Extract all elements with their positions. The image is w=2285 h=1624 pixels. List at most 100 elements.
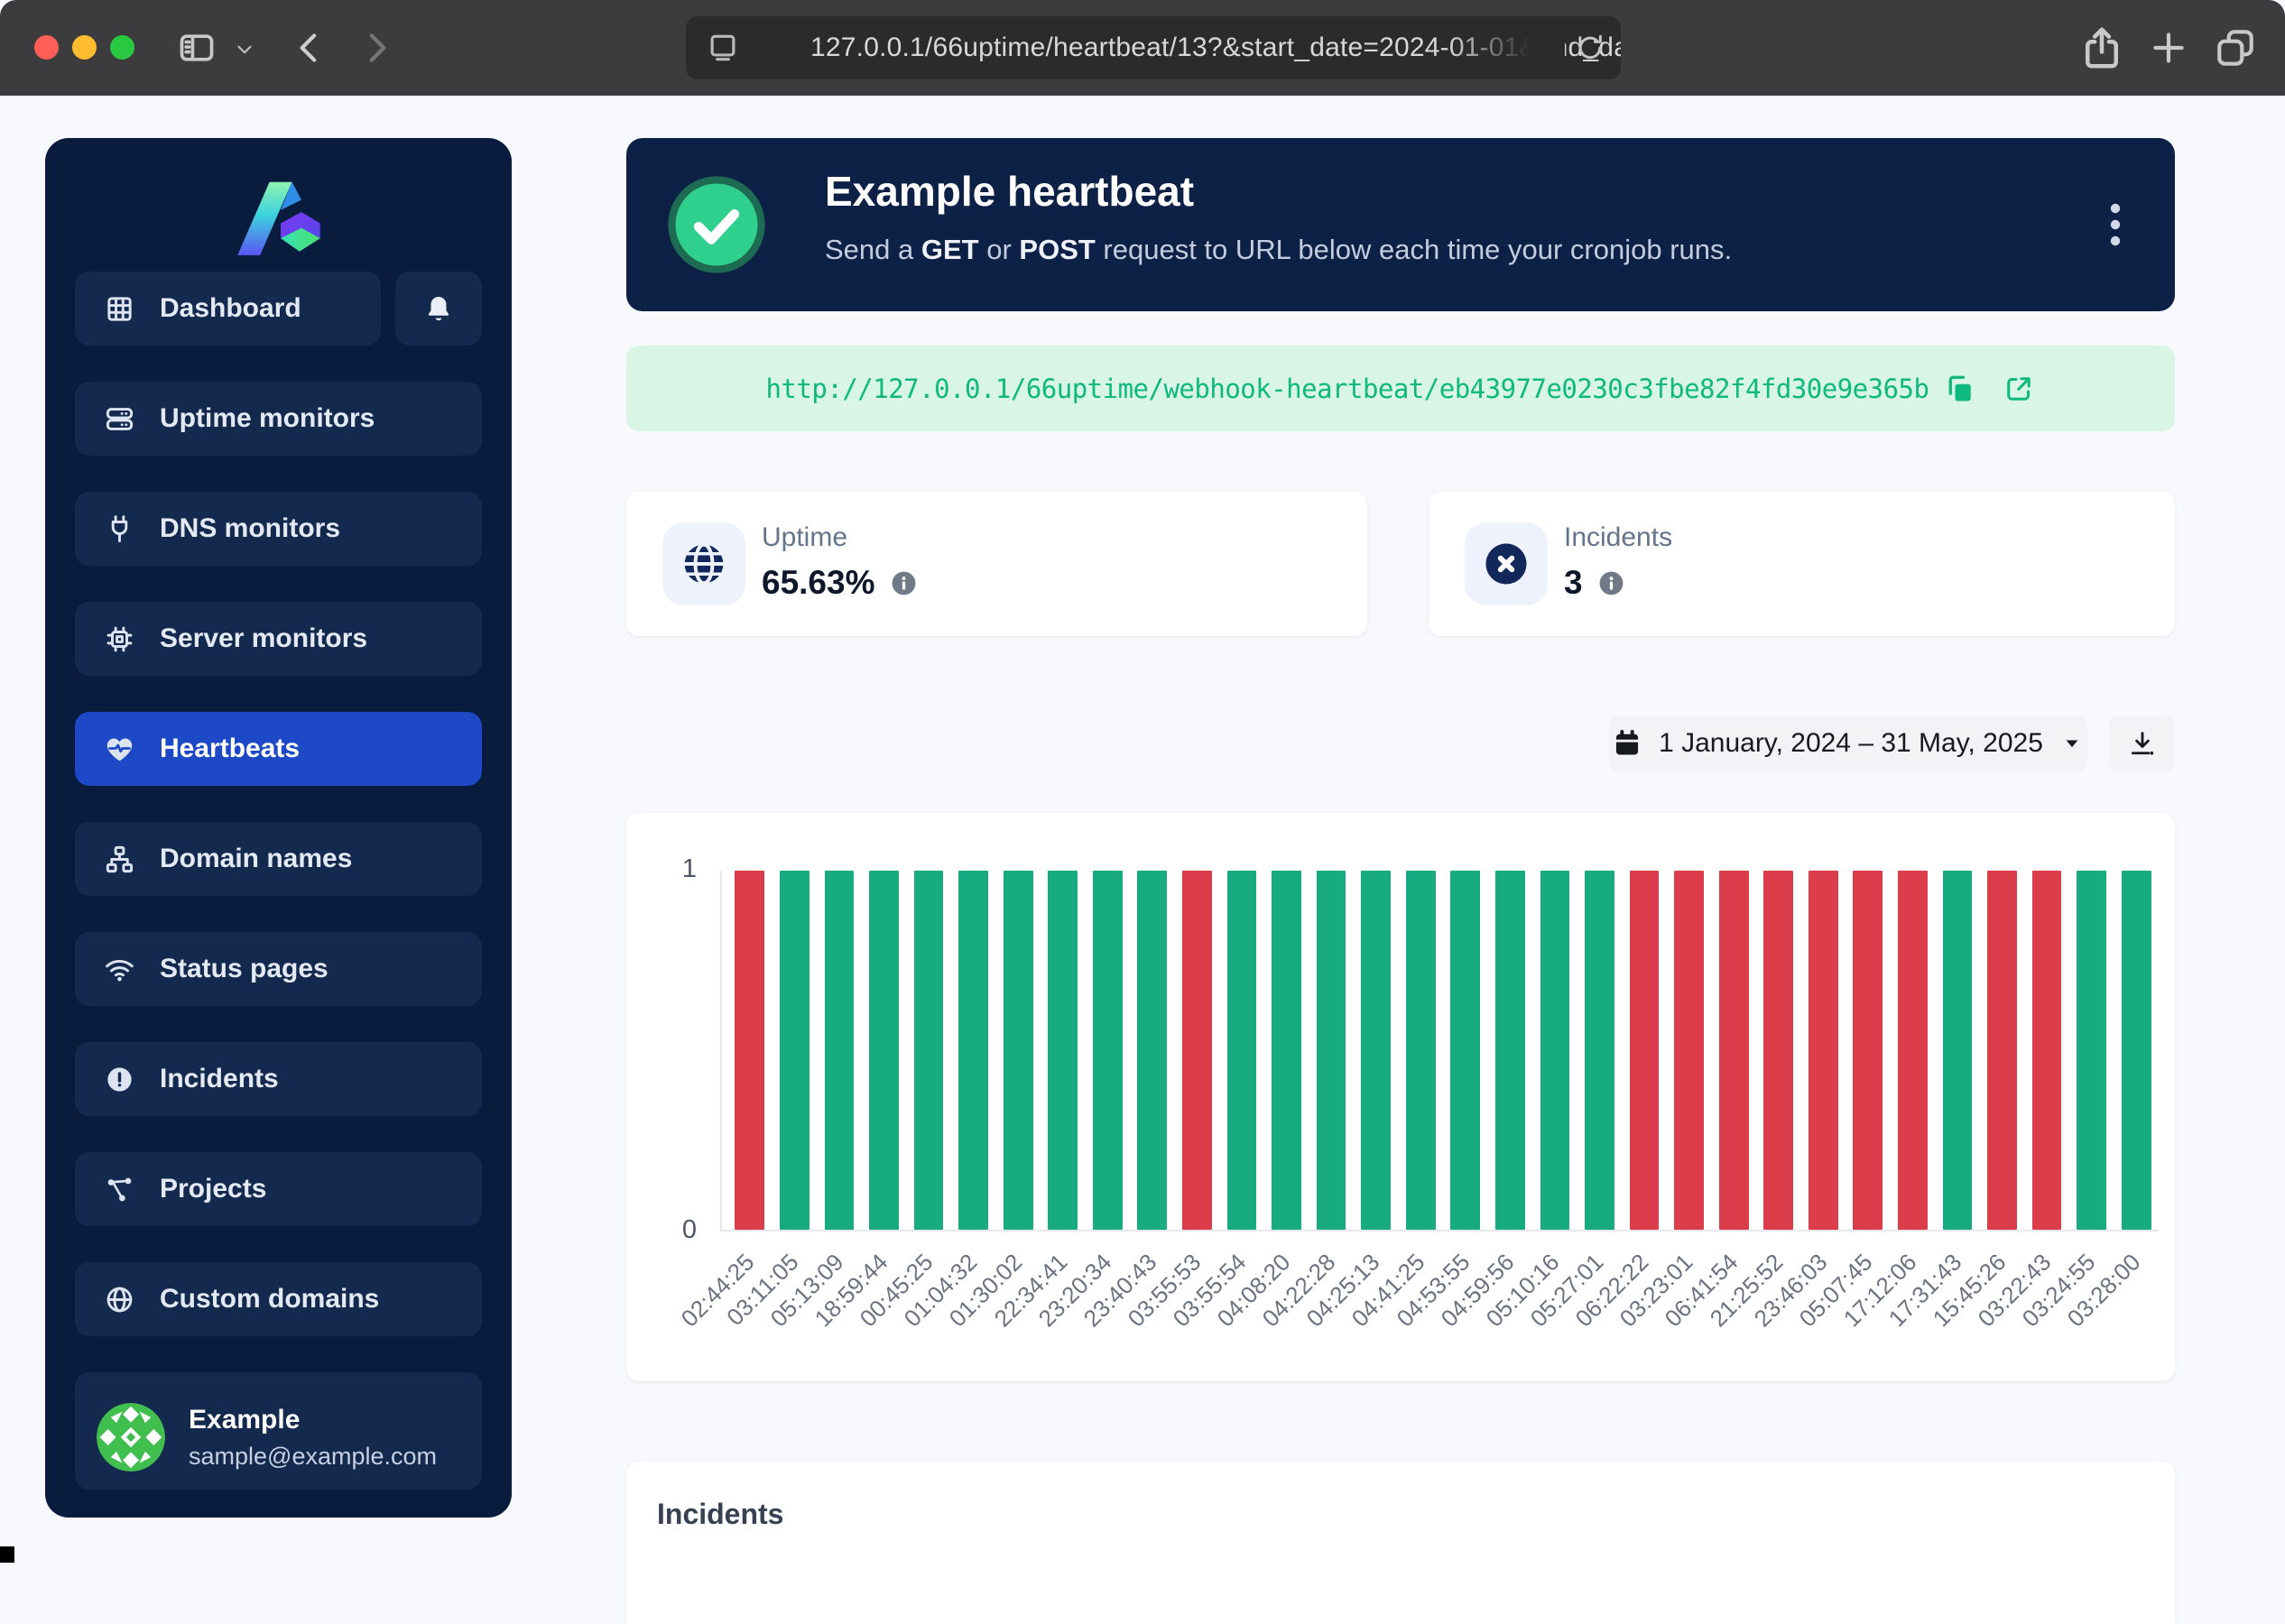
- heartbeat-bar: [1585, 871, 1614, 1230]
- sidebar-row: Dashboard: [75, 272, 482, 346]
- sidebar-toggle-icon[interactable]: [177, 28, 217, 68]
- notifications-button[interactable]: [395, 272, 482, 346]
- bar-slot: 04:22:28: [1309, 871, 1354, 1230]
- 66uptime-logo: [221, 165, 337, 259]
- bar-slot: 05:27:01: [1577, 871, 1623, 1230]
- sidebar-item-label: Uptime monitors: [160, 403, 375, 434]
- bar-slot: 18:59:44: [862, 871, 907, 1230]
- sidebar-item-heartbeats[interactable]: Heartbeats: [75, 712, 482, 786]
- user-name: Example: [189, 1405, 437, 1435]
- sidebar-item-domain-names[interactable]: Domain names: [75, 822, 482, 896]
- heartbeat-bar: [1540, 871, 1570, 1230]
- heartbeat-chart: 1 0 02:44:2503:11:0505:13:0918:59:4400:4…: [626, 813, 2175, 1381]
- heart-pulse-icon: [104, 734, 135, 765]
- sidebar-item-server-monitors[interactable]: Server monitors: [75, 602, 482, 676]
- heartbeat-bar: [2122, 871, 2151, 1230]
- browser-chrome: 127.0.0.1/66uptime/heartbeat/13?&start_d…: [0, 0, 2285, 96]
- heartbeat-bar: [1630, 871, 1660, 1230]
- sidebar-row: Projects: [75, 1152, 482, 1226]
- bar-slot: 04:41:25: [1398, 871, 1443, 1230]
- y-tick-1: 1: [652, 854, 697, 884]
- bar-slot: 15:45:26: [1980, 871, 2025, 1230]
- heartbeat-bar: [1361, 871, 1391, 1230]
- heartbeat-bar: [735, 871, 764, 1230]
- page-icon: [706, 31, 740, 65]
- heartbeat-bar: [1450, 871, 1480, 1230]
- webhook-url-banner: http://127.0.0.1/66uptime/webhook-heartb…: [626, 346, 2175, 431]
- close-window-button[interactable]: [34, 35, 59, 60]
- tab-overview-icon[interactable]: [2213, 25, 2258, 70]
- heartbeat-bar: [1004, 871, 1033, 1230]
- copy-icon[interactable]: [1943, 373, 1975, 405]
- sidebar-item-label: Custom domains: [160, 1284, 379, 1315]
- new-tab-icon[interactable]: [2146, 25, 2191, 70]
- sidebar-item-dns-monitors[interactable]: DNS monitors: [75, 492, 482, 566]
- stat-label: Incidents: [1564, 522, 1672, 553]
- globe-icon: [104, 1284, 135, 1315]
- globe-icon: [680, 540, 728, 588]
- chart-plot-area: 02:44:2503:11:0505:13:0918:59:4400:45:25…: [720, 871, 2159, 1232]
- sidebar-item-incidents[interactable]: Incidents: [75, 1042, 482, 1116]
- stat-icon-tile: [1465, 522, 1548, 605]
- sidebar-row: Uptime monitors: [75, 382, 482, 456]
- heartbeat-bar: [914, 871, 944, 1230]
- sidebar-item-projects[interactable]: Projects: [75, 1152, 482, 1226]
- sidebar-item-dashboard[interactable]: Dashboard: [75, 272, 381, 346]
- incidents-section-title: Incidents: [657, 1498, 783, 1531]
- info-icon[interactable]: [890, 569, 918, 597]
- bar-slot: 03:22:43: [2024, 871, 2069, 1230]
- date-range-picker[interactable]: 1 January, 2024 – 31 May, 2025: [1609, 715, 2087, 771]
- download-icon: [2127, 728, 2158, 759]
- webhook-url[interactable]: http://127.0.0.1/66uptime/webhook-heartb…: [766, 374, 1929, 404]
- bar-slot: 06:41:54: [1711, 871, 1756, 1230]
- heartbeat-bar: [1853, 871, 1883, 1230]
- wifi-icon: [104, 954, 135, 985]
- bar-slot: 01:30:02: [995, 871, 1041, 1230]
- sidebar-row: Incidents: [75, 1042, 482, 1116]
- cpu-icon: [104, 623, 135, 655]
- zoom-window-button[interactable]: [110, 35, 134, 60]
- heartbeat-bar: [1898, 871, 1928, 1230]
- sidebar-item-label: Server monitors: [160, 623, 367, 654]
- heartbeat-bar: [1227, 871, 1257, 1230]
- stat-icon-tile: [662, 522, 745, 605]
- sidebar-item-uptime-monitors[interactable]: Uptime monitors: [75, 382, 482, 456]
- share-icon[interactable]: [2077, 23, 2126, 72]
- bar-slot: 23:40:43: [1130, 871, 1175, 1230]
- heartbeat-bar: [1495, 871, 1525, 1230]
- kebab-icon[interactable]: [2094, 198, 2137, 252]
- forward-icon[interactable]: [354, 25, 399, 70]
- address-bar[interactable]: 127.0.0.1/66uptime/heartbeat/13?&start_d…: [686, 16, 1621, 79]
- info-icon[interactable]: [1597, 569, 1625, 597]
- chevron-down-icon[interactable]: [233, 38, 256, 61]
- sidebar-row: Status pages: [75, 932, 482, 1006]
- bar-slot: 05:07:45: [1846, 871, 1891, 1230]
- sidebar-row: Domain names: [75, 822, 482, 896]
- sidebar-item-label: Status pages: [160, 954, 328, 984]
- incidents-section: Incidents: [626, 1462, 2175, 1624]
- bar-slot: 04:53:55: [1443, 871, 1488, 1230]
- uptime-stat-card: Uptime 65.63%: [626, 492, 1367, 636]
- sidebar-nav: Dashboard Uptime monitors DNS monitors Serv…: [45, 272, 512, 1336]
- heartbeat-bar: [825, 871, 855, 1230]
- sidebar-item-status-pages[interactable]: Status pages: [75, 932, 482, 1006]
- minimize-window-button[interactable]: [72, 35, 97, 60]
- sidebar-item-custom-domains[interactable]: Custom domains: [75, 1262, 482, 1336]
- page-title: Example heartbeat: [825, 167, 1194, 216]
- reload-icon[interactable]: [1574, 32, 1606, 64]
- back-icon[interactable]: [287, 25, 332, 70]
- heartbeat-bar: [1943, 871, 1973, 1230]
- user-panel[interactable]: Example sample@example.com: [75, 1385, 482, 1490]
- heartbeat-bar: [958, 871, 988, 1230]
- page-subtitle: Send a GET or POST request to URL below …: [825, 234, 1732, 266]
- caret-down-icon: [2059, 731, 2085, 756]
- heartbeat-bar: [1809, 871, 1838, 1230]
- x-circle-icon: [1482, 540, 1531, 588]
- sidebar-item-label: Projects: [160, 1174, 266, 1204]
- download-button[interactable]: [2109, 715, 2175, 771]
- bar-slot: 03:11:05: [772, 871, 818, 1230]
- sidebar: Dashboard Uptime monitors DNS monitors Serv…: [45, 138, 512, 1518]
- heartbeat-bar: [1048, 871, 1078, 1230]
- heartbeat-bar: [780, 871, 809, 1230]
- external-link-icon[interactable]: [2003, 373, 2035, 405]
